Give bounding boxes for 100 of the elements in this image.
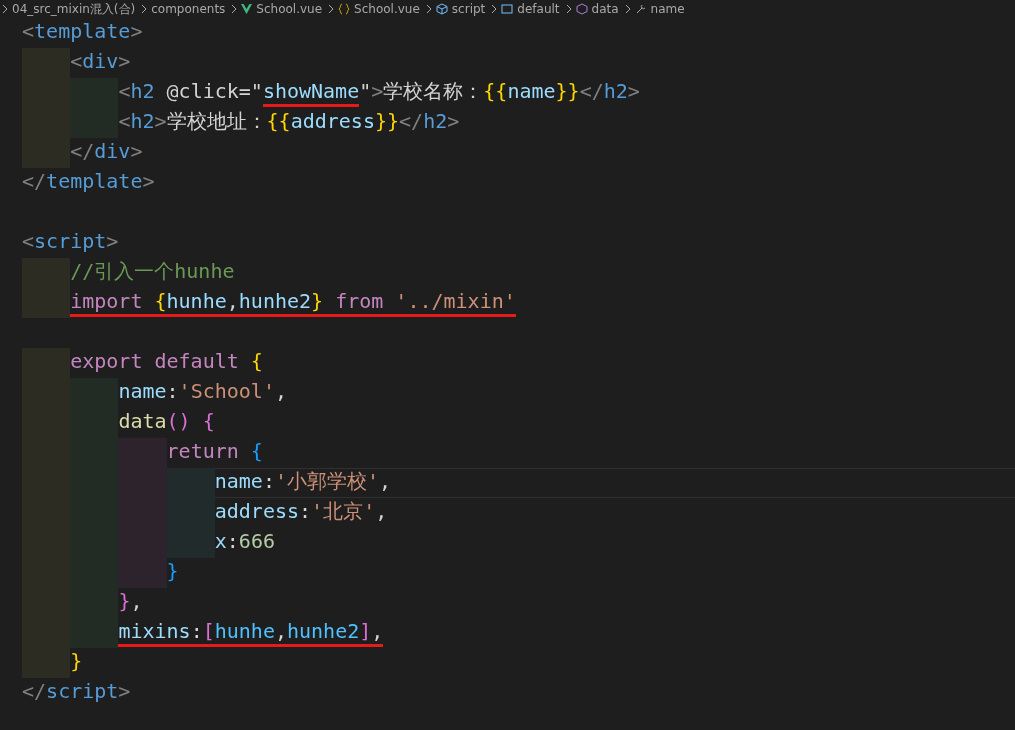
code-token: () { bbox=[166, 408, 215, 435]
code-token: name bbox=[214, 468, 263, 495]
code-token: { bbox=[250, 348, 263, 375]
code-token: hunhe2 bbox=[238, 288, 312, 317]
code-token: 学校地址： bbox=[166, 108, 267, 135]
code-token: < bbox=[70, 48, 83, 75]
code-token: </ bbox=[579, 78, 604, 105]
code-token: ] bbox=[359, 618, 372, 647]
code-token: address bbox=[290, 108, 375, 135]
code-token: , bbox=[274, 618, 287, 647]
code-token: @click=" bbox=[166, 78, 263, 105]
code-token: , bbox=[371, 618, 384, 647]
code-token: h2 bbox=[130, 78, 156, 105]
code-token: { bbox=[154, 288, 167, 317]
code-token: name bbox=[507, 78, 556, 105]
code-token: return bbox=[166, 438, 240, 465]
breadcrumb-item[interactable]: 04_src_mixin混入(合) bbox=[12, 0, 136, 18]
code-token: 'School' bbox=[178, 378, 275, 405]
indent-guide bbox=[22, 288, 71, 318]
code-token: > bbox=[142, 168, 155, 195]
code-token: > bbox=[371, 78, 384, 105]
code-token: x bbox=[214, 528, 227, 555]
code-token: > bbox=[154, 108, 167, 135]
code-token: h2 bbox=[423, 108, 448, 135]
chevron-right-icon bbox=[425, 4, 432, 14]
code-token: hunhe2 bbox=[287, 618, 360, 647]
code-token: showName bbox=[262, 78, 360, 107]
code-token: template bbox=[46, 168, 143, 195]
chevron-right-icon bbox=[565, 4, 572, 14]
code-token: > bbox=[106, 228, 119, 255]
code-token: '北京' bbox=[311, 498, 376, 525]
code-token: : bbox=[299, 498, 312, 525]
code-token: { bbox=[250, 438, 263, 465]
breadcrumb-item[interactable]: School.vue bbox=[354, 2, 420, 16]
code-token: : bbox=[166, 378, 179, 405]
code-token: } bbox=[311, 288, 324, 317]
code-token: }} bbox=[374, 108, 400, 135]
chevron-right-icon bbox=[624, 4, 631, 14]
code-token: div bbox=[94, 138, 131, 165]
code-token: hunhe bbox=[214, 618, 275, 647]
code-token: '小郭学校' bbox=[274, 468, 380, 495]
code-token: </ bbox=[22, 168, 47, 195]
code-token: } bbox=[118, 588, 131, 615]
breadcrumb-item[interactable]: default bbox=[517, 2, 560, 16]
code-token: h2 bbox=[130, 108, 155, 135]
code-token: </ bbox=[70, 138, 95, 165]
code-token: , bbox=[130, 588, 143, 615]
code-token: }} bbox=[555, 78, 580, 105]
code-token: 学校名称： bbox=[383, 78, 484, 105]
code-token: > bbox=[627, 78, 640, 105]
code-token: </ bbox=[399, 108, 424, 135]
chevron-right-icon bbox=[231, 4, 238, 14]
breadcrumb-item[interactable]: script bbox=[451, 2, 486, 16]
code-token: > bbox=[130, 18, 143, 45]
code-token: , bbox=[226, 288, 239, 317]
code-token: //引入一个hunhe bbox=[70, 258, 235, 285]
code-token: , bbox=[274, 378, 287, 405]
breadcrumb-item[interactable]: School.vue bbox=[256, 2, 323, 16]
wrench-icon bbox=[634, 3, 647, 15]
code-token: , bbox=[379, 468, 392, 495]
code-token: from bbox=[323, 288, 396, 317]
code-token: < bbox=[22, 18, 35, 45]
chevron-right-icon bbox=[491, 4, 498, 14]
code-token: [ bbox=[202, 618, 215, 647]
code-token: > bbox=[118, 48, 131, 75]
breadcrumb-item[interactable]: name bbox=[650, 2, 685, 16]
code-token: , bbox=[375, 498, 388, 525]
code-token: </ bbox=[22, 678, 47, 705]
code-token: name bbox=[118, 378, 167, 405]
code-token: } bbox=[166, 558, 179, 585]
code-token: < bbox=[118, 78, 131, 105]
code-token: : bbox=[190, 618, 203, 647]
code-token: > bbox=[118, 678, 131, 705]
code-token: address bbox=[214, 498, 300, 525]
code-token: '../mixin' bbox=[395, 288, 516, 317]
code-token: > bbox=[130, 138, 143, 165]
code-token: script bbox=[46, 678, 119, 705]
chevron-right-icon bbox=[328, 4, 335, 14]
code-token: script bbox=[34, 228, 107, 255]
chevron-right-icon bbox=[141, 4, 148, 14]
code-token: } bbox=[70, 648, 83, 675]
code-token: < bbox=[22, 228, 35, 255]
vue-logo-icon bbox=[241, 4, 253, 14]
code-token: : bbox=[262, 468, 275, 495]
chevron-right-icon bbox=[2, 4, 8, 14]
code-token: mixins bbox=[118, 618, 191, 647]
code-token: import bbox=[70, 288, 155, 317]
code-token: h2 bbox=[603, 78, 628, 105]
code-token: template bbox=[34, 18, 131, 45]
code-token: > bbox=[447, 108, 460, 135]
code-token: {{ bbox=[266, 108, 291, 135]
code-token: div bbox=[82, 48, 119, 75]
code-token: : bbox=[226, 528, 239, 555]
breadcrumb-item[interactable]: data bbox=[591, 2, 619, 16]
code-token: export default bbox=[70, 348, 240, 375]
indent-guide bbox=[70, 618, 119, 648]
object-icon bbox=[501, 3, 514, 15]
braces-icon bbox=[338, 3, 351, 15]
code-token: 666 bbox=[238, 528, 275, 555]
breadcrumb-item[interactable]: components bbox=[151, 2, 226, 16]
